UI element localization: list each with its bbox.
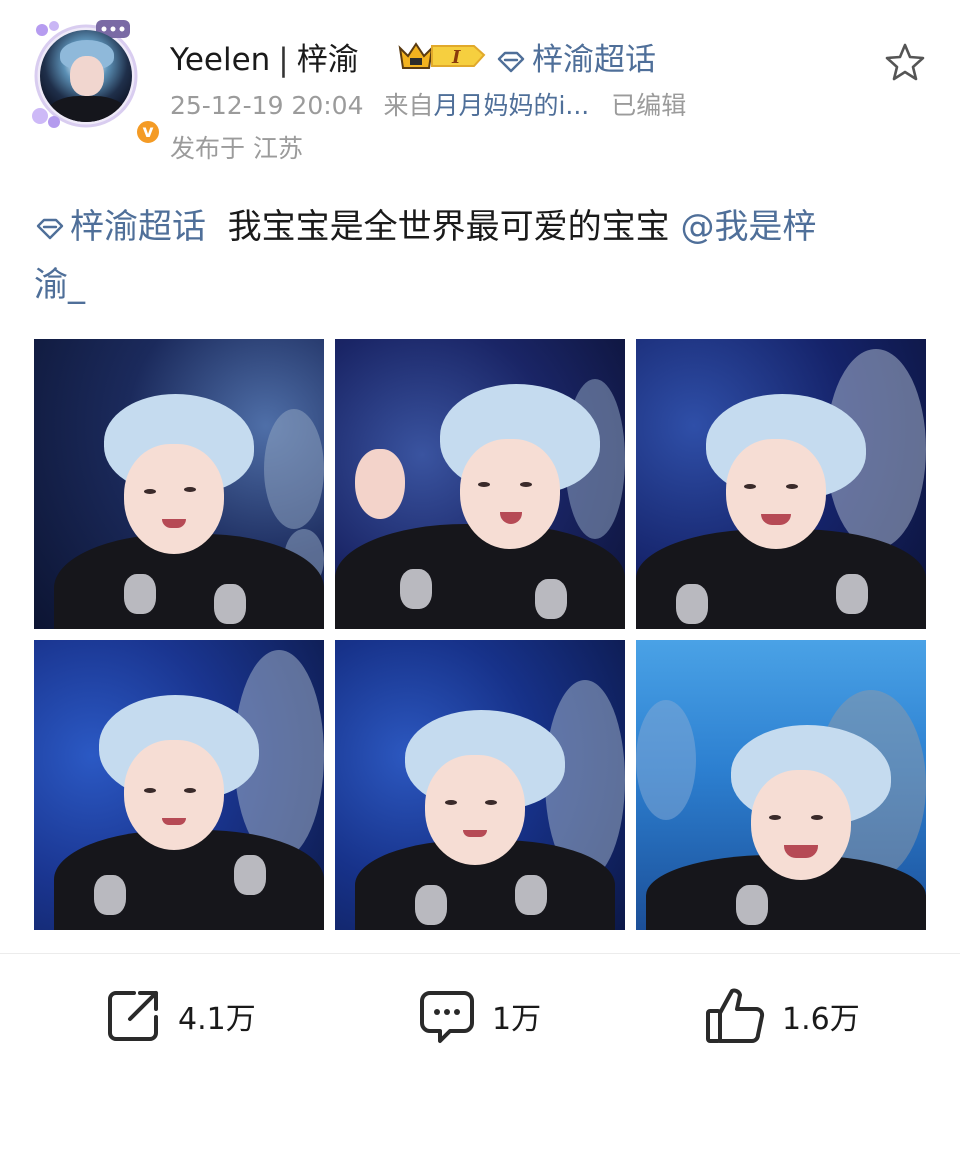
post-meta: 25-12-19 20:04 来自月月妈妈的i... 已编辑	[170, 86, 686, 122]
comment-count: 1万	[492, 1002, 542, 1037]
location: 发布于 江苏	[170, 134, 303, 163]
source-link[interactable]: 月月妈妈的i...	[433, 91, 589, 120]
like-button[interactable]: 1.6万	[704, 985, 860, 1047]
verified-badge-icon: v	[134, 118, 162, 146]
post-content: 梓渝超话 我宝宝是全世界最可爱的宝宝 @我是梓 渝_	[34, 198, 914, 314]
share-count: 4.1万	[178, 1002, 256, 1037]
content-text: 我宝宝是全世界最可爱的宝宝	[227, 207, 670, 247]
avatar[interactable]: v	[30, 18, 162, 146]
avatar-image	[40, 30, 132, 122]
author-name[interactable]: Yeelen | 梓渝	[170, 34, 359, 79]
timestamp: 25-12-19 20:04	[170, 91, 364, 120]
comment-icon	[420, 991, 474, 1043]
photo-4[interactable]	[34, 640, 324, 930]
level-text: I	[451, 47, 461, 68]
edited-label: 已编辑	[611, 91, 687, 120]
diamond-icon	[497, 51, 525, 72]
divider	[0, 953, 960, 954]
photo-5[interactable]	[335, 640, 625, 930]
thumbs-up-icon	[706, 988, 765, 1043]
photo-6[interactable]	[636, 640, 926, 930]
share-icon	[108, 991, 158, 1041]
topic-link[interactable]: 梓渝超话	[496, 34, 656, 79]
photo-1[interactable]	[34, 339, 324, 629]
content-topic-link[interactable]: 梓渝超话	[34, 207, 206, 247]
photo-3[interactable]	[636, 339, 926, 629]
photo-2[interactable]	[335, 339, 625, 629]
like-count: 1.6万	[782, 1002, 860, 1037]
diamond-icon	[36, 218, 64, 239]
source-prefix: 来自	[383, 91, 434, 120]
favorite-star-icon[interactable]	[884, 42, 926, 82]
comment-button[interactable]: 1万	[418, 985, 541, 1047]
share-button[interactable]: 4.1万	[104, 985, 256, 1047]
crown-level-badge-icon: I	[398, 42, 486, 69]
